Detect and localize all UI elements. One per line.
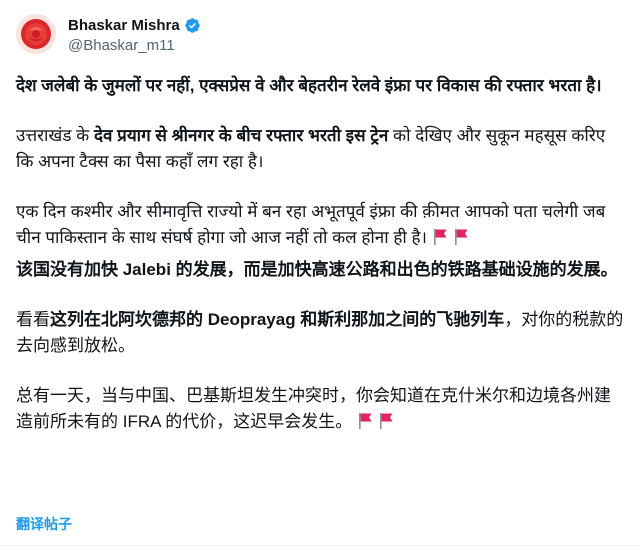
avatar-image <box>16 14 56 54</box>
verified-badge-icon <box>184 17 201 34</box>
tweet-text: देश जलेबी के जुमलों पर नहीं, एक्सप्रेस व… <box>16 73 626 435</box>
paragraph-5-highlight: 这列在北阿坎德邦的 Deoprayag 和斯利那加之间的飞驰列车 <box>50 310 505 329</box>
paragraph-6-text: 总有一天，当与中国、巴基斯坦发生冲突时，你会知道在克什米尔和边境各州建造前所未有… <box>16 386 611 431</box>
display-name[interactable]: Bhaskar Mishra <box>68 17 180 34</box>
tweet-paragraph-4: 该国没有加快 Jalebi 的发展，而是加快高速公路和出色的铁路基础设施的发展。 <box>16 260 618 279</box>
red-flag-icon <box>454 228 469 246</box>
paragraph-2-start: उत्तराखंड के <box>16 126 94 145</box>
paragraph-5-start: 看看 <box>16 310 50 329</box>
tweet-paragraph-3: एक दिन कश्मीर और सीमावृत्ति राज्यो में ब… <box>16 199 626 251</box>
tweet-paragraph-2: उत्तराखंड के देव प्रयाग से श्रीनगर के बी… <box>16 123 626 175</box>
red-flag-icon <box>433 228 448 246</box>
tweet-paragraph-5: 看看这列在北阿坎德邦的 Deoprayag 和斯利那加之间的飞驰列车，对你的税款… <box>16 307 626 359</box>
avatar[interactable] <box>16 14 56 54</box>
red-flag-icon <box>358 412 373 430</box>
tweet-paragraph-1: देश जलेबी के जुमलों पर नहीं, एक्सप्रेस व… <box>16 76 602 95</box>
divider <box>0 545 640 546</box>
paragraph-3-text: एक दिन कश्मीर और सीमावृत्ति राज्यो में ब… <box>16 202 606 247</box>
paragraph-2-highlight: देव प्रयाग से श्रीनगर के बीच रफ्तार भरती… <box>93 126 389 145</box>
tweet-paragraph-6: 总有一天，当与中国、巴基斯坦发生冲突时，你会知道在克什米尔和边境各州建造前所未有… <box>16 383 626 435</box>
user-handle[interactable]: @Bhaskar_m11 <box>68 37 201 54</box>
name-row: Bhaskar Mishra <box>68 15 201 35</box>
translate-post-link[interactable]: 翻译帖子 <box>16 514 72 534</box>
tweet-card: Bhaskar Mishra @Bhaskar_m11 देश जलेबी के… <box>0 0 640 548</box>
red-flag-icon <box>379 412 394 430</box>
tweet-header: Bhaskar Mishra @Bhaskar_m11 <box>68 15 201 54</box>
